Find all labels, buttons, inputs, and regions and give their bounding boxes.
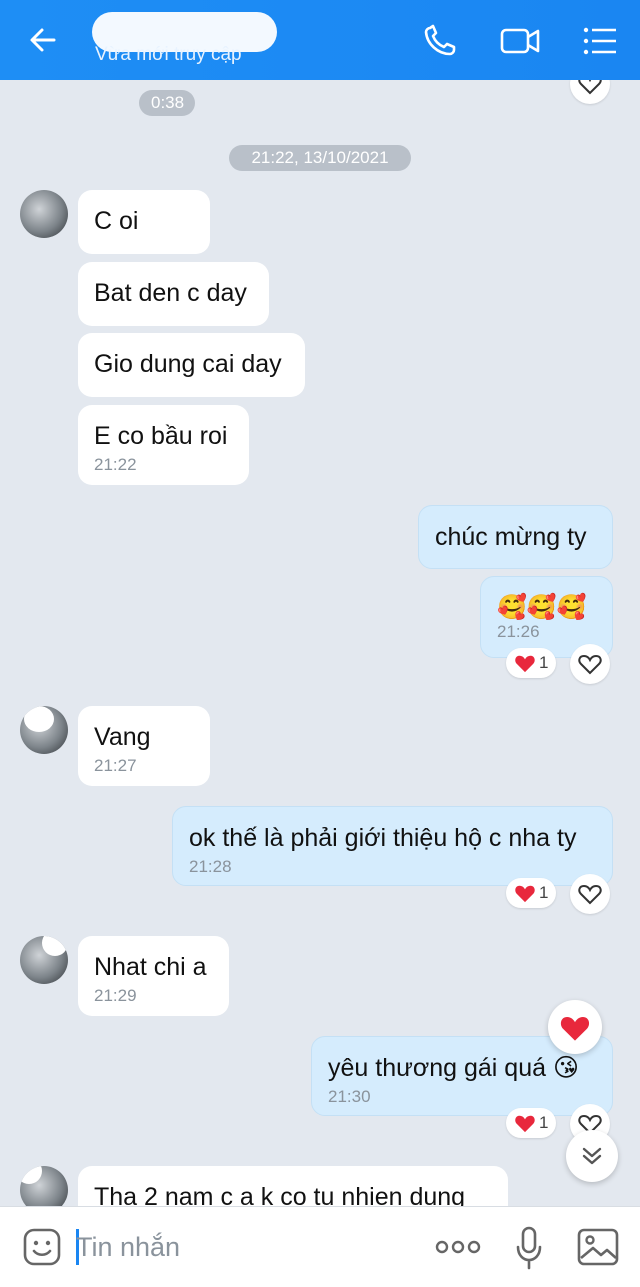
message-bubble[interactable]: ok thế là phải giới thiệu hộ c nha ty 21… — [172, 806, 613, 886]
message-text: Bat den c day — [94, 279, 247, 307]
double-chevron-down-icon — [582, 1147, 602, 1165]
chat-header: Vừa mới truy cập — [0, 0, 640, 80]
message-list[interactable]: 0:38 21:22, 13/10/2021 C oi Bat den c da… — [0, 80, 640, 1206]
heart-outline-icon — [578, 884, 602, 905]
message-bubble[interactable]: Gio dung cai day — [78, 333, 305, 397]
message-text: Tha 2 nam c a k co tu nhien dung — [94, 1183, 466, 1206]
video-call-button[interactable] — [498, 22, 540, 60]
heart-outline-icon — [578, 654, 602, 675]
avatar[interactable] — [20, 706, 68, 754]
react-button[interactable] — [570, 644, 610, 684]
menu-icon — [583, 27, 616, 55]
message-time: 21:28 — [189, 857, 232, 876]
image-button[interactable] — [576, 1227, 620, 1272]
message-bubble[interactable]: Nhat chi a 21:29 — [78, 936, 229, 1016]
heart-icon — [560, 1016, 590, 1041]
message-text: Gio dung cai day — [94, 350, 282, 378]
message-text: chúc mừng ty — [435, 523, 587, 551]
voice-button[interactable] — [514, 1225, 544, 1276]
back-button[interactable] — [24, 22, 68, 58]
avatar-redaction — [20, 1166, 42, 1184]
reaction-summary[interactable]: 1 — [506, 1108, 557, 1138]
react-button[interactable] — [570, 874, 610, 914]
quick-reaction-heart[interactable] — [548, 1000, 602, 1054]
image-icon — [577, 1228, 619, 1266]
message-time: 21:30 — [328, 1087, 371, 1106]
message-input[interactable] — [76, 1223, 406, 1271]
message-bubble[interactable]: Bat den c day — [78, 262, 269, 326]
date-separator: 21:22, 13/10/2021 — [229, 145, 411, 171]
message-bubble[interactable]: C oi — [78, 190, 210, 254]
message-time: 21:26 — [497, 621, 540, 641]
message-composer — [0, 1206, 640, 1287]
more-icon — [435, 1240, 481, 1254]
avatar[interactable] — [20, 1166, 68, 1206]
sticker-icon — [23, 1228, 61, 1266]
reaction-count: 1 — [539, 653, 549, 672]
reaction-count: 1 — [539, 1113, 549, 1132]
microphone-icon — [516, 1226, 542, 1270]
call-button[interactable] — [420, 22, 460, 60]
react-button[interactable] — [570, 80, 610, 104]
heart-icon — [515, 655, 535, 673]
back-arrow-icon — [30, 28, 56, 52]
heart-icon — [515, 885, 535, 903]
message-time: 21:22 — [94, 455, 137, 474]
avatar[interactable] — [20, 936, 68, 984]
message-text: E co bầu roi — [94, 422, 228, 450]
message-text: Nhat chi a — [94, 953, 207, 981]
message-text: ok thế là phải giới thiệu hộ c nha ty — [189, 824, 577, 852]
reaction-summary[interactable]: 1 — [506, 648, 557, 678]
reaction-summary[interactable]: 1 — [506, 878, 557, 908]
message-bubble[interactable]: E co bầu roi 21:22 — [78, 405, 249, 485]
message-bubble[interactable]: chúc mừng ty — [418, 505, 613, 569]
heart-icon — [515, 1115, 535, 1133]
reaction-count: 1 — [539, 883, 549, 902]
message-text: 🥰🥰🥰 — [497, 593, 587, 621]
video-icon — [500, 28, 540, 54]
message-bubble[interactable]: Tha 2 nam c a k co tu nhien dung — [78, 1166, 508, 1206]
message-time: 21:27 — [94, 756, 137, 775]
message-text: Vang — [94, 723, 151, 751]
message-bubble[interactable]: Vang 21:27 — [78, 706, 210, 786]
scroll-to-bottom-button[interactable] — [566, 1130, 618, 1182]
message-time: 21:29 — [94, 986, 137, 1005]
avatar[interactable] — [20, 190, 68, 238]
menu-button[interactable] — [580, 22, 620, 60]
heart-outline-icon — [578, 80, 602, 95]
contact-status: Vừa mới truy cập — [95, 44, 242, 65]
sticker-button[interactable] — [22, 1227, 62, 1272]
avatar-redaction — [24, 706, 54, 732]
call-duration-chip: 0:38 — [139, 90, 195, 116]
more-button[interactable] — [434, 1235, 482, 1264]
avatar-redaction — [42, 936, 68, 956]
phone-icon — [424, 24, 456, 56]
message-text: C oi — [94, 207, 139, 235]
